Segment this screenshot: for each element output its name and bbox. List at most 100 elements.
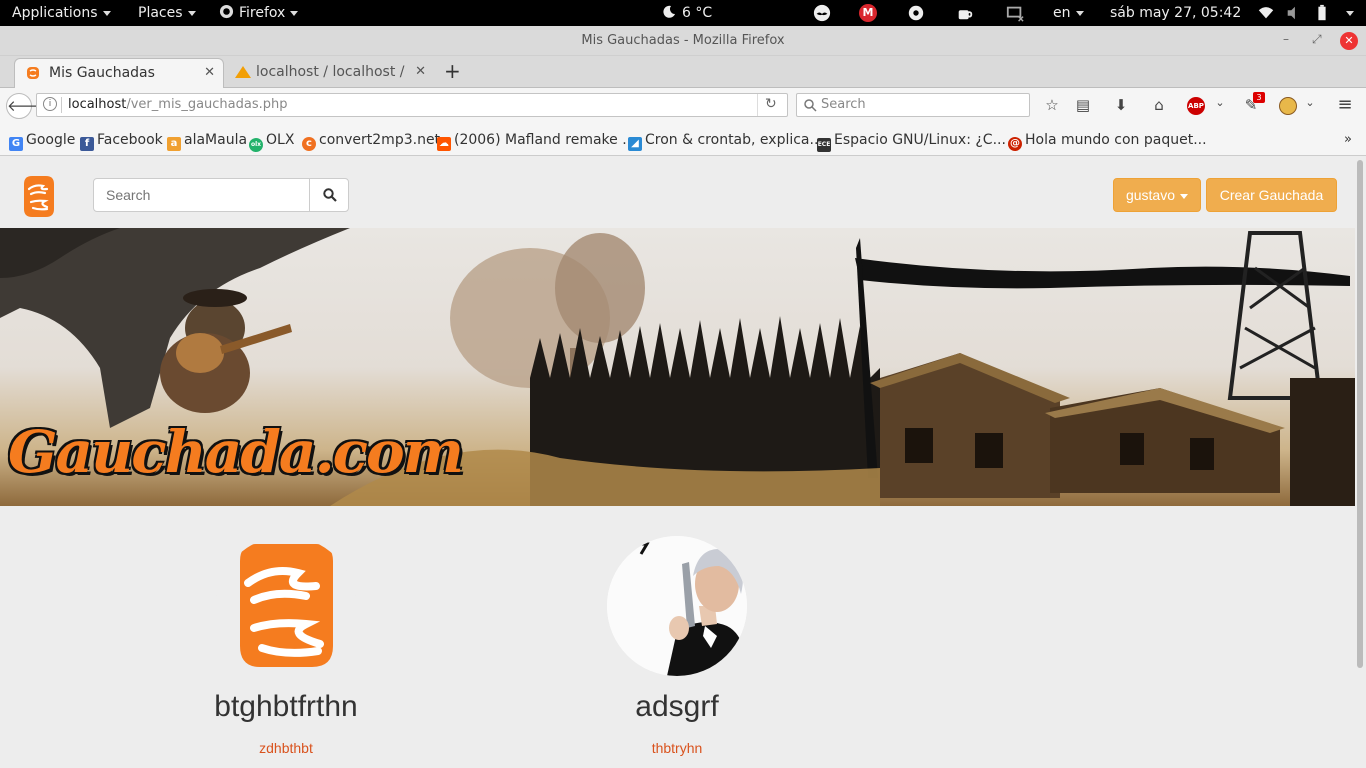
tab-label: Mis Gauchadas	[49, 65, 155, 81]
phpmyadmin-favicon-icon	[235, 66, 251, 78]
firefox-small-icon	[219, 4, 234, 19]
close-window-button[interactable]: ✕	[1340, 32, 1358, 50]
clock-label: sáb may 27, 05:42	[1110, 5, 1242, 21]
banner-logo-text: Gauchada.com	[8, 418, 464, 486]
system-menu[interactable]	[1341, 0, 1354, 26]
navigation-toolbar: 🡐 i localhost/ver_mis_gauchadas.php ↻ Se…	[0, 88, 1366, 124]
window-title: Mis Gauchadas - Mozilla Firefox	[581, 33, 785, 48]
site-search-field[interactable]	[93, 178, 311, 212]
coffee-tray-icon[interactable]	[956, 4, 974, 22]
bookmark-label: (2006) Mafland remake ...	[454, 132, 636, 148]
site-search-button[interactable]	[309, 178, 349, 212]
wifi-icon[interactable]	[1257, 4, 1275, 22]
gauchada-logo-icon[interactable]	[23, 175, 55, 218]
bookmark-label: Hola mundo con paquet...	[1025, 132, 1207, 148]
tab-phpmyadmin[interactable]: localhost / localhost / B ✕	[228, 58, 434, 88]
olx-icon: olx	[249, 138, 263, 152]
greasemonkey-icon[interactable]	[1279, 97, 1297, 115]
bookmark-label: OLX	[266, 132, 295, 148]
gauchada-logo-icon	[240, 544, 333, 667]
bookmark-mafland[interactable]: ☁ (2006) Mafland remake ...	[437, 132, 636, 151]
close-tab-icon[interactable]: ✕	[415, 64, 426, 79]
new-tab-button[interactable]: +	[444, 59, 461, 83]
keyboard-label: en	[1053, 5, 1071, 21]
url-host: localhost	[68, 97, 127, 112]
firefox-label: Firefox	[239, 5, 286, 21]
gauchada-card-image[interactable]	[216, 536, 356, 676]
close-tab-icon[interactable]: ✕	[204, 65, 215, 80]
gauchada-subtitle[interactable]: zdhbthbt	[186, 740, 386, 756]
window-titlebar: Mis Gauchadas - Mozilla Firefox – ⤢ ✕	[0, 26, 1366, 56]
firefox-search-box[interactable]: Search	[796, 93, 1030, 117]
page-viewport: gustavo Crear Gauchada	[0, 156, 1355, 768]
reload-icon[interactable]: ↻	[765, 96, 777, 112]
user-menu-label: gustavo	[1125, 187, 1176, 203]
clock[interactable]: sáb may 27, 05:42	[1110, 0, 1241, 26]
bookmark-cron[interactable]: ◢ Cron & crontab, explica...	[628, 132, 823, 151]
bookmark-label: Cron & crontab, explica...	[645, 132, 823, 148]
google-icon: G	[9, 137, 23, 151]
hamburger-menu-icon[interactable]: ≡	[1335, 94, 1355, 115]
url-bar[interactable]: i localhost/ver_mis_gauchadas.php ↻	[36, 93, 788, 117]
bookmark-label: Facebook	[97, 132, 163, 148]
info-icon[interactable]: i	[43, 97, 57, 111]
agent-photo-image	[607, 536, 747, 676]
alamaula-icon: a	[167, 137, 181, 151]
bookmark-alamaula[interactable]: a alaMaula	[167, 132, 247, 151]
back-button[interactable]: 🡐	[6, 93, 47, 119]
page-scrollbar-thumb[interactable]	[1357, 160, 1363, 668]
places-menu[interactable]: Places	[138, 0, 196, 26]
header-banner: Gauchada.com	[0, 228, 1355, 506]
create-gauchada-button[interactable]: Crear Gauchada	[1206, 178, 1337, 212]
firefox-app-menu[interactable]: Firefox	[219, 0, 299, 26]
bookmark-google[interactable]: G Google	[9, 132, 75, 151]
gnu-icon: ECE	[817, 138, 831, 152]
gauchada-title: adsgrf	[635, 690, 719, 723]
battery-icon[interactable]	[1313, 4, 1331, 22]
bookmark-espacio-gnu[interactable]: ECE Espacio GNU/Linux: ¿C...	[817, 132, 1006, 152]
home-icon[interactable]: ⌂	[1149, 96, 1169, 116]
url-text[interactable]: localhost/ver_mis_gauchadas.php	[68, 97, 288, 112]
tab-bar: Mis Gauchadas ✕ localhost / localhost / …	[0, 56, 1366, 88]
places-label: Places	[138, 5, 183, 21]
bookmark-hola-mundo[interactable]: @ Hola mundo con paquet...	[1008, 132, 1207, 151]
url-divider	[757, 94, 758, 116]
cron-icon: ◢	[628, 137, 642, 151]
url-divider	[61, 97, 62, 113]
moon-icon	[663, 5, 675, 18]
download-icon[interactable]: ⬇	[1111, 96, 1131, 116]
gear-tray-icon[interactable]	[907, 4, 925, 22]
facebook-icon: f	[80, 137, 94, 151]
screen-tray-icon[interactable]	[1006, 4, 1024, 22]
tab-label: localhost / localhost / B	[256, 64, 406, 80]
weather-indicator[interactable]: 6 °C	[662, 0, 712, 26]
gauchada-subtitle[interactable]: thbtryhn	[577, 740, 777, 756]
debian-icon: @	[1008, 137, 1022, 151]
mustache-tray-icon[interactable]	[813, 4, 831, 22]
minimize-button[interactable]: –	[1283, 32, 1289, 46]
mega-tray-icon[interactable]: M	[859, 4, 877, 22]
adblock-dropdown-icon[interactable]: ⌄	[1210, 96, 1230, 116]
keyboard-layout[interactable]: en	[1053, 0, 1084, 26]
extension-dropdown-icon[interactable]: ⌄	[1300, 96, 1320, 116]
system-top-bar: Applications Places Firefox 6 °C M en sá…	[0, 0, 1366, 26]
maximize-button[interactable]: ⤢	[1312, 32, 1322, 47]
bookmark-convert2mp3[interactable]: c convert2mp3.net	[302, 132, 440, 151]
user-menu-button[interactable]: gustavo	[1113, 178, 1201, 212]
bookmark-label: Espacio GNU/Linux: ¿C...	[834, 132, 1006, 148]
applications-menu[interactable]: Applications	[12, 0, 111, 26]
reading-list-icon[interactable]: ▤	[1073, 96, 1093, 116]
convert2mp3-icon: c	[302, 137, 316, 151]
tab-mis-gauchadas[interactable]: Mis Gauchadas ✕	[14, 58, 224, 88]
gauchada-card-image[interactable]	[607, 536, 747, 676]
search-icon	[804, 99, 817, 112]
site-search-input[interactable]	[94, 179, 310, 211]
bookmark-facebook[interactable]: f Facebook	[80, 132, 163, 151]
gauchada-title: btghbtfrthn	[214, 690, 358, 723]
applications-label: Applications	[12, 5, 98, 21]
bookmark-olx[interactable]: olx OLX	[249, 132, 294, 152]
bookmarks-overflow-icon[interactable]: »	[1344, 132, 1352, 147]
bookmark-star-icon[interactable]: ☆	[1042, 96, 1062, 116]
adblock-icon[interactable]: ABP	[1187, 97, 1205, 115]
volume-icon[interactable]	[1285, 4, 1303, 22]
